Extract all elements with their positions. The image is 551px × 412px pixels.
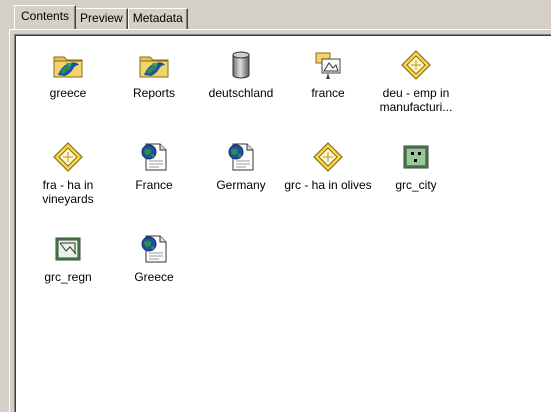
item-label: Greece (134, 270, 174, 284)
list-item-deutschland[interactable]: deutschland (196, 49, 286, 100)
layer-file-icon (53, 142, 83, 172)
item-label: greece (49, 86, 87, 100)
item-label: grc_regn (44, 270, 92, 284)
tab-contents[interactable]: Contents (14, 5, 77, 29)
list-item-grc-city[interactable]: grc_city (371, 141, 461, 192)
polygon-shapefile-icon (55, 237, 81, 261)
layer-file-icon (313, 142, 343, 172)
map-document-icon (141, 235, 167, 263)
tab-preview[interactable]: Preview (75, 8, 128, 29)
tab-panel: greece Reports deutschland france deu - … (9, 29, 551, 412)
tab-strip: Contents Preview Metadata (14, 5, 188, 29)
item-label: deutschland (208, 86, 274, 100)
list-item-germany-map[interactable]: Germany (196, 141, 286, 192)
item-label: grc - ha in olives (284, 178, 372, 192)
item-label: France (135, 178, 173, 192)
item-label: fra - ha in vineyards (42, 178, 94, 206)
coverage-icon (315, 52, 341, 79)
item-label: france (311, 86, 345, 100)
list-item-reports[interactable]: Reports (109, 49, 199, 100)
item-label: Reports (132, 86, 176, 100)
item-label: deu - emp in manufacturi... (379, 86, 453, 114)
arccatalog-contents-window: Contents Preview Metadata greece Reports… (0, 0, 551, 412)
tab-metadata[interactable]: Metadata (127, 8, 188, 29)
list-item-greece[interactable]: greece (23, 49, 113, 100)
list-item-greece-map[interactable]: Greece (109, 233, 199, 284)
item-label: grc_city (395, 178, 437, 192)
map-document-icon (141, 143, 167, 171)
item-label: Germany (216, 178, 266, 192)
map-document-icon (228, 143, 254, 171)
folder-globe-icon (53, 56, 83, 78)
list-item-france[interactable]: france (283, 49, 373, 100)
folder-globe-icon (139, 56, 169, 78)
list-item-grc-regn[interactable]: grc_regn (23, 233, 113, 284)
list-item-grc-ha[interactable]: grc - ha in olives (283, 141, 373, 192)
point-shapefile-icon (403, 145, 429, 169)
database-icon (232, 51, 250, 79)
layer-file-icon (401, 50, 431, 80)
list-item-deu-emp[interactable]: deu - emp in manufacturi... (371, 49, 461, 114)
contents-list-view[interactable]: greece Reports deutschland france deu - … (14, 34, 551, 412)
list-item-fra-ha[interactable]: fra - ha in vineyards (23, 141, 113, 206)
list-item-france-map[interactable]: France (109, 141, 199, 192)
